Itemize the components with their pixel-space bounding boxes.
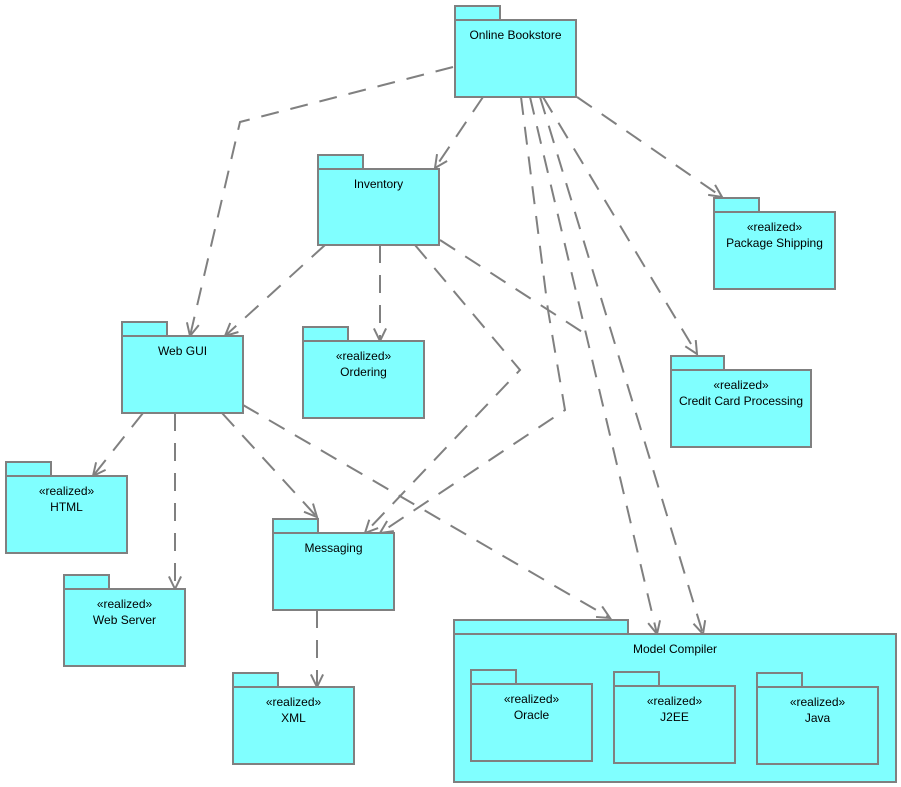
package-name: Inventory — [353, 177, 404, 191]
package-body: «realized» XML — [232, 686, 355, 765]
package-body: «realized» Java — [756, 686, 879, 765]
package-name: J2EE — [660, 710, 689, 724]
package-ordering[interactable]: «realized» Ordering — [302, 326, 425, 419]
package-body: Messaging — [272, 532, 395, 611]
dependency-webgui-to-webserver — [168, 413, 182, 592]
package-name: Online Bookstore — [469, 28, 562, 42]
package-body: Inventory — [317, 168, 440, 246]
dependency-line — [576, 96, 723, 198]
package-name: Java — [804, 711, 831, 725]
dependency-line — [221, 412, 318, 518]
dependency-bookstore-to-shipping — [576, 96, 724, 199]
package-name: Web Server — [92, 613, 157, 627]
package-name: XML — [281, 711, 306, 725]
package-messaging[interactable]: Messaging — [272, 518, 395, 611]
package-stereotype: «realized» — [335, 349, 392, 363]
package-body: Web GUI — [121, 335, 244, 414]
package-body: «realized» Credit Card Processing — [670, 369, 812, 448]
package-body: «realized» HTML — [5, 475, 128, 554]
package-name: Model Compiler — [632, 642, 718, 656]
dependency-bookstore-to-inventory — [433, 96, 484, 170]
package-bookstore[interactable]: Online Bookstore — [454, 5, 577, 98]
dependency-line — [542, 96, 698, 355]
dependency-webgui-to-messaging — [221, 412, 319, 519]
package-j2ee[interactable]: «realized» J2EE — [613, 671, 736, 764]
arrowhead-icon — [708, 184, 724, 199]
package-body: «realized» J2EE — [613, 685, 736, 764]
arrowhead-icon — [684, 339, 699, 356]
package-webgui[interactable]: Web GUI — [121, 321, 244, 414]
dependency-line — [434, 96, 484, 169]
package-name: Ordering — [340, 365, 387, 379]
package-stereotype: «realized» — [646, 694, 703, 708]
dependency-line — [529, 96, 658, 635]
package-stereotype: «realized» — [789, 695, 846, 709]
package-java[interactable]: «realized» Java — [756, 672, 879, 765]
package-name: HTML — [50, 500, 83, 514]
package-name: Package Shipping — [726, 236, 823, 250]
package-name: Oracle — [513, 708, 550, 722]
package-body: «realized» Package Shipping — [713, 211, 836, 290]
package-xml[interactable]: «realized» XML — [232, 672, 355, 765]
package-credit[interactable]: «realized» Credit Card Processing — [670, 355, 812, 448]
package-diagram: Online Bookstore Inventory «realized» Packa… — [0, 0, 901, 787]
package-stereotype: «realized» — [38, 484, 95, 498]
dependency-bookstore-to-compiler — [529, 96, 662, 637]
dependency-bookstore-to-credit — [542, 96, 699, 356]
package-body: Online Bookstore — [454, 19, 577, 98]
package-stereotype: «realized» — [96, 597, 153, 611]
package-shipping[interactable]: «realized» Package Shipping — [713, 197, 836, 290]
package-stereotype: «realized» — [713, 378, 769, 392]
package-stereotype: «realized» — [503, 692, 560, 706]
package-body: «realized» Web Server — [63, 588, 186, 667]
package-stereotype: «realized» — [746, 220, 803, 234]
package-webserver[interactable]: «realized» Web Server — [63, 574, 186, 667]
package-oracle[interactable]: «realized» Oracle — [470, 669, 593, 762]
package-html[interactable]: «realized» HTML — [5, 461, 128, 554]
package-body: «realized» Ordering — [302, 340, 425, 419]
arrowhead-icon — [595, 605, 612, 620]
package-name: Messaging — [304, 541, 363, 555]
package-inventory[interactable]: Inventory — [317, 154, 440, 246]
package-name: Web GUI — [157, 344, 208, 358]
package-stereotype: «realized» — [265, 695, 322, 709]
package-name: Credit Card Processing — [678, 394, 804, 408]
package-body: «realized» Oracle — [470, 683, 593, 762]
